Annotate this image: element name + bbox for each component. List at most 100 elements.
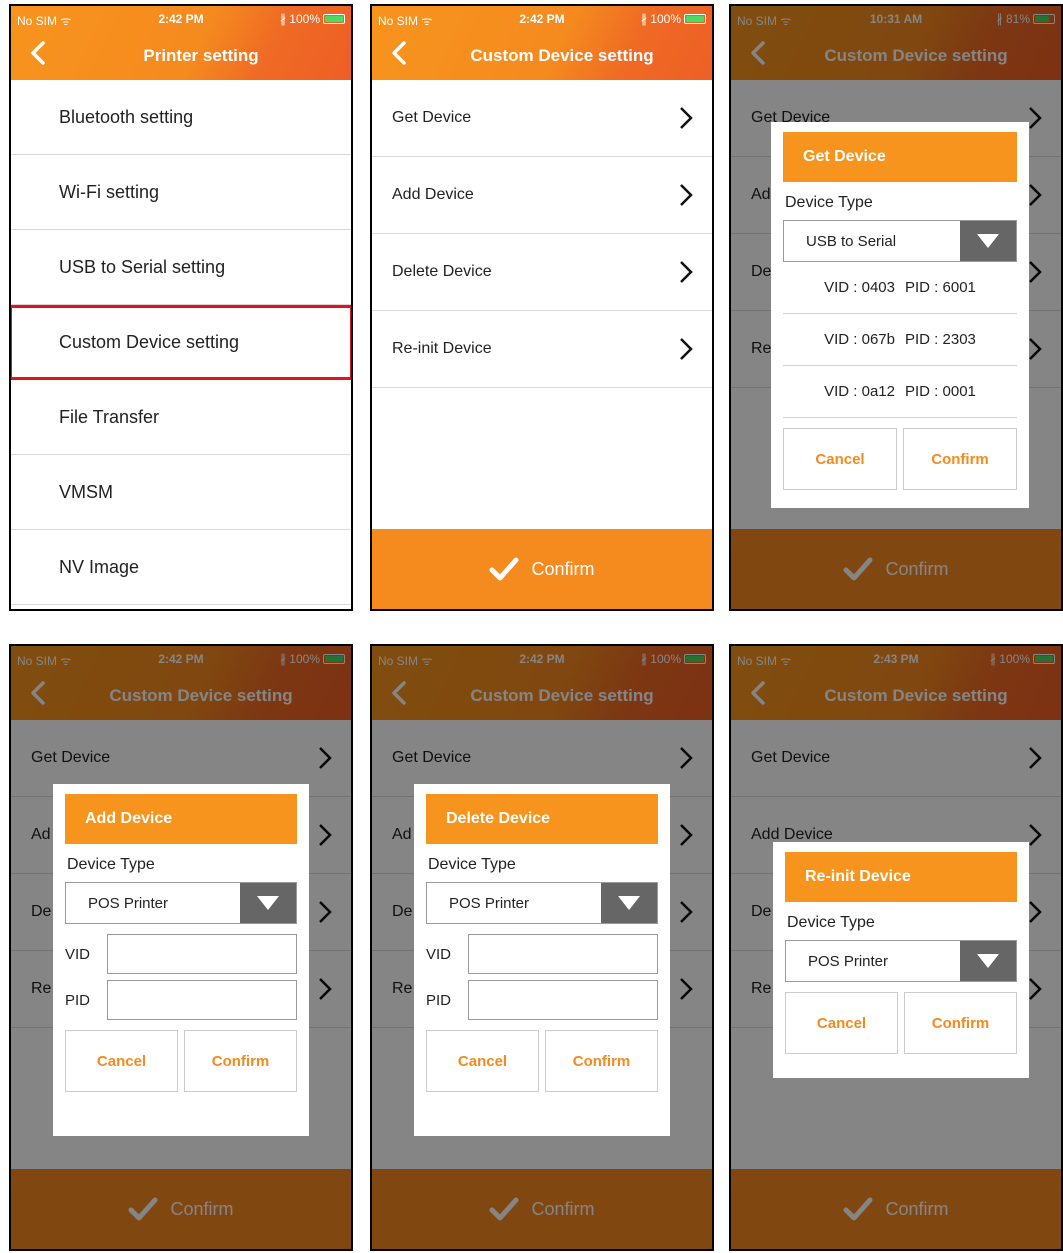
- dialog-buttons: Cancel Confirm: [785, 992, 1017, 1054]
- dialog-confirm-button[interactable]: Confirm: [545, 1030, 658, 1092]
- confirm-button[interactable]: Confirm: [372, 529, 712, 609]
- phone-add-device-dialog: No SIM ᯤ 2:42 PM ∦ 100% Custom Device se…: [9, 644, 353, 1251]
- pid-value: PID : 6001: [905, 279, 976, 296]
- device-type-select[interactable]: POS Printer: [426, 882, 658, 924]
- device-list-item[interactable]: VID : 0a12 PID : 0001: [783, 366, 1017, 418]
- phone-custom-device: No SIM ᯤ 2:42 PM ∦ 100% Custom Device se…: [370, 4, 714, 611]
- status-bar: No SIM ᯤ 2:42 PM ∦ 100%: [372, 12, 712, 28]
- device-action-list: Get Device Add Device Delete Device Re-i…: [372, 80, 712, 388]
- device-type-label: Device Type: [428, 856, 516, 873]
- dialog-header: Delete Device: [426, 794, 658, 844]
- status-bar: No SIM ᯤ 2:42 PM ∦ 100%: [11, 12, 351, 28]
- list-item-nv-image[interactable]: NV Image: [11, 530, 351, 605]
- pid-value: PID : 2303: [905, 331, 976, 348]
- chevron-right-icon: [680, 261, 693, 283]
- vid-value: VID : 067b: [824, 331, 895, 348]
- battery-label: ∦ 100%: [279, 12, 320, 26]
- item-label: Delete Device: [392, 263, 492, 280]
- dialog-buttons: Cancel Confirm: [426, 1030, 658, 1092]
- pid-label: PID: [426, 991, 452, 1009]
- chevron-right-icon: [680, 184, 693, 206]
- dialog-buttons: Cancel Confirm: [783, 428, 1017, 490]
- cancel-button[interactable]: Cancel: [785, 992, 898, 1054]
- item-label: Re-init Device: [392, 340, 492, 357]
- nav-bar: No SIM ᯤ 2:42 PM ∦ 100% Custom Device se…: [372, 6, 712, 80]
- pid-input[interactable]: [468, 980, 658, 1020]
- device-type-label: Device Type: [787, 914, 875, 931]
- battery-label: ∦ 100%: [640, 12, 681, 26]
- device-type-label: Device Type: [67, 856, 155, 873]
- device-list-item[interactable]: VID : 067b PID : 2303: [783, 314, 1017, 366]
- item-label: Add Device: [392, 186, 474, 203]
- chevron-right-icon: [680, 107, 693, 129]
- list-item-file-transfer[interactable]: File Transfer: [11, 380, 351, 455]
- page-title: Custom Device setting: [470, 46, 654, 65]
- cancel-button[interactable]: Cancel: [783, 428, 897, 490]
- select-value: POS Printer: [808, 952, 889, 970]
- vid-row: VID: [65, 934, 297, 974]
- select-value: POS Printer: [449, 894, 530, 912]
- vid-input[interactable]: [107, 934, 297, 974]
- nav-bar: No SIM ᯤ 2:42 PM ∦ 100% Printer setting: [11, 6, 351, 80]
- pid-row: PID: [426, 980, 658, 1020]
- device-type-select[interactable]: POS Printer: [785, 940, 1017, 982]
- checkmark-icon: [489, 557, 519, 581]
- vid-row: VID: [426, 934, 658, 974]
- back-chevron-icon[interactable]: [23, 38, 53, 68]
- phone-delete-device-dialog: No SIM ᯤ 2:42 PM ∦ 100% Custom Device se…: [370, 644, 714, 1251]
- pid-input[interactable]: [107, 980, 297, 1020]
- battery-icon: [684, 14, 706, 24]
- list-item-get-device[interactable]: Get Device: [372, 80, 712, 157]
- chevron-right-icon: [680, 338, 693, 360]
- reinit-device-dialog: Re-init Device Device Type POS Printer C…: [773, 842, 1029, 1078]
- device-type-label: Device Type: [785, 194, 873, 211]
- dialog-confirm-button[interactable]: Confirm: [184, 1030, 297, 1092]
- vid-value: VID : 0a12: [824, 383, 895, 400]
- delete-device-dialog: Delete Device Device Type POS Printer VI…: [414, 784, 670, 1136]
- device-list: VID : 0403 PID : 6001 VID : 067b PID : 230…: [783, 262, 1017, 418]
- get-device-dialog: Get Device Device Type USB to Serial VID…: [771, 122, 1029, 508]
- cancel-button[interactable]: Cancel: [65, 1030, 178, 1092]
- vid-value: VID : 0403: [824, 279, 895, 296]
- list-item-usb-serial[interactable]: USB to Serial setting: [11, 230, 351, 305]
- phone-reinit-device-dialog: No SIM ᯤ 2:43 PM ∦ 100% Custom Device se…: [729, 644, 1063, 1251]
- battery-icon: [323, 14, 345, 24]
- dropdown-arrow-icon: [960, 221, 1016, 261]
- dialog-header: Add Device: [65, 794, 297, 844]
- pid-value: PID : 0001: [905, 383, 976, 400]
- select-value: POS Printer: [88, 894, 169, 912]
- settings-list: Bluetooth setting Wi-Fi setting USB to S…: [11, 80, 351, 605]
- dialog-confirm-button[interactable]: Confirm: [903, 428, 1017, 490]
- dialog-header: Get Device: [783, 132, 1017, 182]
- list-item-vmsm[interactable]: VMSM: [11, 455, 351, 530]
- vid-input[interactable]: [468, 934, 658, 974]
- item-label: Get Device: [392, 109, 472, 126]
- pid-row: PID: [65, 980, 297, 1020]
- dialog-header: Re-init Device: [785, 852, 1017, 902]
- dialog-buttons: Cancel Confirm: [65, 1030, 297, 1092]
- list-item-reinit-device[interactable]: Re-init Device: [372, 311, 712, 388]
- list-item-bluetooth[interactable]: Bluetooth setting: [11, 80, 351, 155]
- phone-get-device-dialog: No SIM ᯤ 10:31 AM ∦ 81% Custom Device se…: [729, 4, 1063, 611]
- phone-printer-setting: No SIM ᯤ 2:42 PM ∦ 100% Printer setting …: [9, 4, 353, 611]
- device-type-select[interactable]: POS Printer: [65, 882, 297, 924]
- list-item-custom-device[interactable]: Custom Device setting: [11, 305, 351, 380]
- vid-label: VID: [65, 945, 91, 963]
- confirm-label: Confirm: [531, 558, 595, 579]
- dropdown-arrow-icon: [960, 941, 1016, 981]
- device-list-item[interactable]: VID : 0403 PID : 6001: [783, 262, 1017, 314]
- back-chevron-icon[interactable]: [384, 38, 414, 68]
- device-type-select[interactable]: USB to Serial: [783, 220, 1017, 262]
- select-value: USB to Serial: [806, 232, 897, 250]
- dialog-confirm-button[interactable]: Confirm: [904, 992, 1017, 1054]
- add-device-dialog: Add Device Device Type POS Printer VID P…: [53, 784, 309, 1136]
- pid-label: PID: [65, 991, 91, 1009]
- vid-label: VID: [426, 945, 452, 963]
- cancel-button[interactable]: Cancel: [426, 1030, 539, 1092]
- list-item-wifi[interactable]: Wi-Fi setting: [11, 155, 351, 230]
- dropdown-arrow-icon: [240, 883, 296, 923]
- dropdown-arrow-icon: [601, 883, 657, 923]
- list-item-delete-device[interactable]: Delete Device: [372, 234, 712, 311]
- list-item-add-device[interactable]: Add Device: [372, 157, 712, 234]
- page-title: Printer setting: [143, 46, 259, 65]
